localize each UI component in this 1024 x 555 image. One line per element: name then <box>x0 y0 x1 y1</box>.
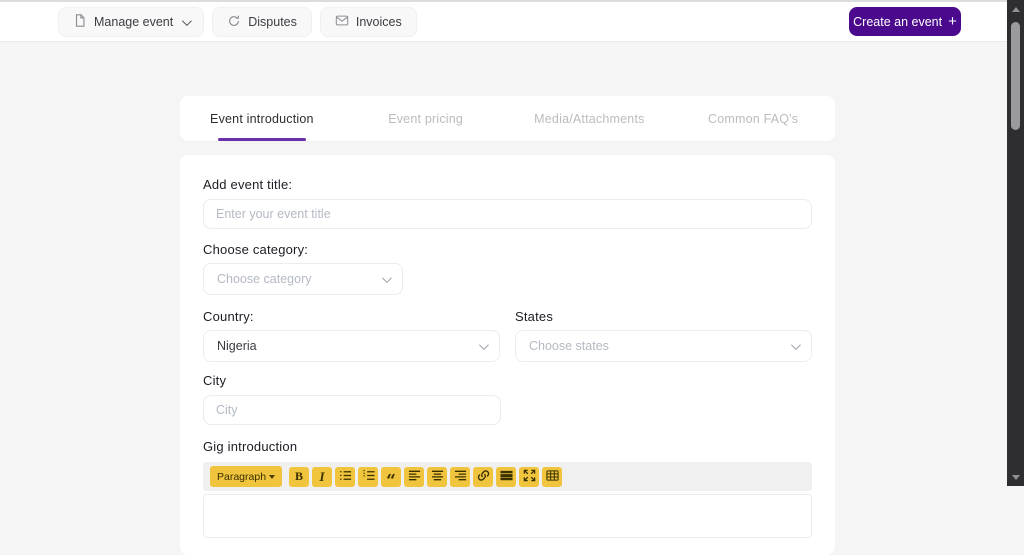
category-label: Choose category: <box>203 242 309 257</box>
states-label: States <box>515 309 554 324</box>
bullet-list-icon <box>339 469 352 485</box>
bold-button[interactable]: B <box>289 466 309 487</box>
align-left-button[interactable] <box>404 466 424 487</box>
rich-text-toolbar: Paragraph B I “ <box>203 462 812 491</box>
states-select[interactable]: Choose states <box>515 330 812 362</box>
tab-common-faqs[interactable]: Common FAQ's <box>671 96 835 141</box>
states-select-value: Choose states <box>529 339 609 353</box>
blockquote-button[interactable]: “ <box>381 466 401 491</box>
ordered-list-icon <box>362 469 375 485</box>
scrollbar-up-arrow[interactable] <box>1011 7 1020 12</box>
invoices-button[interactable]: Invoices <box>319 7 417 37</box>
disputes-button[interactable]: Disputes <box>212 7 312 37</box>
event-introduction-form: Add event title: Choose category: Choose… <box>180 155 835 555</box>
nav-button-group: Manage event Disputes Invoices <box>58 7 417 37</box>
country-label: Country: <box>203 309 254 324</box>
scrollbar-thumb[interactable] <box>1011 22 1020 130</box>
tab-event-introduction[interactable]: Event introduction <box>180 96 344 141</box>
gig-introduction-label: Gig introduction <box>203 439 298 454</box>
blockquote-icon: “ <box>386 471 396 491</box>
event-title-label: Add event title: <box>203 177 293 192</box>
ordered-list-button[interactable] <box>358 466 378 487</box>
country-select-value: Nigeria <box>217 339 257 353</box>
city-input[interactable] <box>203 395 501 425</box>
category-select[interactable]: Choose category <box>203 263 403 295</box>
country-select[interactable]: Nigeria <box>203 330 500 362</box>
bullet-list-button[interactable] <box>335 466 355 487</box>
paragraph-format-select[interactable]: Paragraph <box>210 466 282 487</box>
plus-icon: + <box>948 13 957 30</box>
refresh-icon <box>227 14 241 31</box>
chevron-down-icon <box>478 339 489 350</box>
form-tabs: Event introduction Event pricing Media/A… <box>180 96 835 141</box>
manage-event-label: Manage event <box>94 15 174 29</box>
category-select-value: Choose category <box>217 272 312 286</box>
disputes-label: Disputes <box>248 15 297 29</box>
chevron-down-icon <box>182 15 193 26</box>
event-title-input[interactable] <box>203 199 812 229</box>
manage-event-button[interactable]: Manage event <box>58 7 205 37</box>
italic-button[interactable]: I <box>312 466 332 487</box>
link-button[interactable] <box>473 466 493 487</box>
envelope-icon <box>335 14 349 30</box>
link-icon <box>477 469 490 485</box>
chevron-down-icon <box>269 474 275 479</box>
top-navbar: Manage event Disputes Invoices Create an… <box>0 2 1007 42</box>
align-right-button[interactable] <box>450 466 470 487</box>
horizontal-rule-icon <box>499 469 513 485</box>
italic-icon: I <box>319 468 325 484</box>
align-left-icon <box>408 469 421 485</box>
table-icon <box>545 469 559 485</box>
align-center-button[interactable] <box>427 466 447 487</box>
align-right-icon <box>454 469 467 485</box>
city-label: City <box>203 373 227 388</box>
tab-label: Media/Attachments <box>534 111 645 126</box>
bold-icon: B <box>294 469 303 483</box>
rich-text-editor-area[interactable] <box>203 494 812 538</box>
tab-label: Event introduction <box>210 111 314 126</box>
fullscreen-button[interactable] <box>519 466 539 487</box>
create-event-button[interactable]: Create an event + <box>849 7 961 36</box>
align-center-icon <box>431 469 444 485</box>
chevron-down-icon <box>790 339 801 350</box>
tab-label: Event pricing <box>388 111 464 126</box>
horizontal-rule-button[interactable] <box>496 466 516 487</box>
chevron-down-icon <box>381 272 392 283</box>
scrollbar-down-arrow[interactable] <box>1011 475 1020 480</box>
scrollbar[interactable] <box>1007 0 1024 486</box>
fullscreen-icon <box>523 469 536 485</box>
invoices-label: Invoices <box>355 15 402 29</box>
tab-event-pricing[interactable]: Event pricing <box>344 96 508 141</box>
table-button[interactable] <box>542 466 562 487</box>
create-event-label: Create an event <box>853 14 943 29</box>
tab-media-attachments[interactable]: Media/Attachments <box>508 96 672 141</box>
paragraph-format-value: Paragraph <box>217 470 267 483</box>
file-icon <box>73 13 87 31</box>
tab-label: Common FAQ's <box>708 111 799 126</box>
